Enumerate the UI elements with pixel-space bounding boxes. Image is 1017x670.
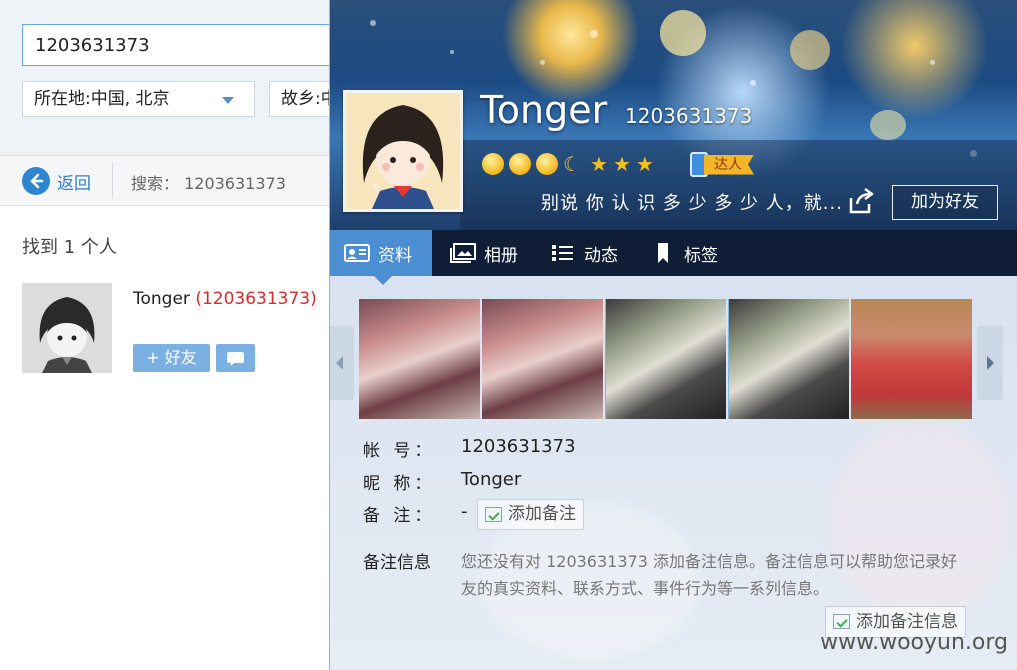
album-photo[interactable] [728,299,849,419]
chevron-right-icon [987,356,994,370]
rain-drop [750,80,756,86]
tab-tags-label: 标签 [684,245,718,266]
remark-info-title: 备注信息 [363,553,431,573]
tab-info-label: 资料 [378,245,412,266]
app-window: 所在地:中国, 北京 故乡:中 返回 搜索： 1203631373 找到 1 个… [0,0,1017,670]
account-value: 1203631373 [461,436,576,457]
nickname-row: 昵 称： Tonger [363,469,663,497]
add-remark-label: 添加备注 [508,504,576,524]
profile-panel: Tonger 1203631373 ☾ ★ ★ ★ 达人 别说 你 认 识 多 … [329,0,1017,670]
tab-feed-label: 动态 [584,245,618,266]
remark-row: 备 注： - 添加备注 [363,499,663,530]
back-arrow-icon [22,167,50,195]
result-nickname: Tonger [133,289,190,309]
profile-tabs: 资料 相册 动态 标签 [330,230,1017,285]
profile-avatar[interactable] [343,90,463,212]
rain-drop [370,20,376,26]
profile-number: 1203631373 [625,104,753,128]
nav-bar: 返回 搜索： 1203631373 [0,155,340,206]
tab-album-label: 相册 [484,245,518,266]
star-icon: ★ [612,152,631,176]
account-key: 帐 号： [363,441,436,461]
result-count: 找到 1 个人 [22,237,117,258]
add-friend-header-button[interactable]: 加为好友 [892,185,998,220]
rain-drop [590,30,598,38]
tab-info[interactable]: 资料 [330,230,432,285]
back-button[interactable]: 返回 [22,166,91,196]
star-icon: ★ [590,152,608,176]
add-friend-button[interactable]: + 好友 [133,344,210,372]
edit-note-icon [485,507,502,522]
add-remark-info-label: 添加备注信息 [856,612,958,632]
chat-bubble-icon [227,352,244,366]
back-label: 返回 [57,173,91,194]
profile-name: Tonger [480,88,608,132]
album-photo[interactable] [851,299,972,419]
light-bokeh [660,10,706,56]
rain-drop [540,60,545,65]
edit-note-icon [833,614,850,629]
list-icon [552,245,573,261]
photo-next-button[interactable] [977,326,1003,400]
remark-value: - [461,501,468,522]
nickname-key: 昵 称： [363,474,436,494]
photo-icon [450,243,476,263]
photo-strip [359,299,972,419]
sun-icon [509,153,531,175]
rain-drop [930,60,935,65]
nickname-value: Tonger [461,469,522,490]
chevron-down-icon [222,97,234,104]
add-remark-button[interactable]: 添加备注 [477,499,584,530]
heart-bokeh [870,110,906,140]
search-input[interactable] [22,24,352,66]
share-icon[interactable] [845,186,875,216]
moon-icon: ☾ [563,152,581,176]
photo-prev-button[interactable] [330,326,354,400]
album-photo[interactable] [359,299,480,419]
remark-info-description: 您还没有对 1203631373 添加备注信息。备注信息可以帮助您记录好友的真实… [461,552,957,598]
location-filter-label: 所在地:中国, 北京 [34,89,170,109]
bookmark-icon [658,243,668,263]
id-card-icon [344,244,370,262]
search-area: 所在地:中国, 北京 故乡:中 [0,0,352,155]
tab-album[interactable]: 相册 [436,230,532,276]
result-number: (1203631373) [195,289,317,309]
message-button[interactable] [216,344,255,372]
watermark: www.wooyun.org [820,630,1008,655]
star-icon: ★ [635,152,654,176]
remark-key: 备 注： [363,506,436,526]
sun-icon [482,153,504,175]
account-row: 帐 号： 1203631373 [363,436,663,464]
divider [112,162,113,199]
signature-text: 别说 你 认 识 多 少 多 少 人，就... [541,193,843,214]
avatar[interactable] [22,283,112,373]
talent-badge[interactable]: 达人 [690,152,754,177]
result-name[interactable]: Tonger (1203631373) [133,289,317,309]
sun-icon [536,153,558,175]
profile-header: Tonger 1203631373 ☾ ★ ★ ★ 达人 别说 你 认 识 多 … [330,0,1017,230]
level-badges[interactable]: ☾ ★ ★ ★ [482,152,654,176]
search-summary: 搜索： 1203631373 [131,174,286,193]
talent-label: 达人 [704,154,754,175]
location-filter-dropdown[interactable]: 所在地:中国, 北京 [22,81,255,117]
tab-tags[interactable]: 标签 [636,230,732,276]
chevron-left-icon [336,356,343,370]
album-photo[interactable] [605,299,726,419]
tab-feed[interactable]: 动态 [536,230,632,276]
light-bokeh [790,30,830,70]
rain-drop [450,50,454,54]
album-photo[interactable] [482,299,603,419]
